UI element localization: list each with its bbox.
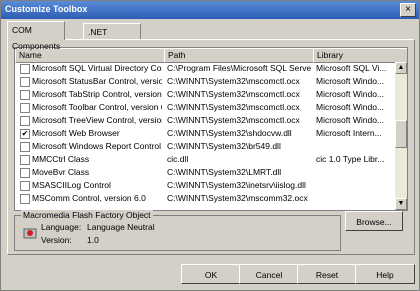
list-row[interactable]: MoveBvr Class C:\WINNT\System32\LMRT.dll [15, 167, 395, 178]
browse-button[interactable]: Browse... [345, 211, 403, 231]
column-header-library[interactable]: Library [313, 48, 407, 63]
row-name: MoveBvr Class [32, 167, 90, 177]
scroll-up-arrow-icon[interactable]: ▲ [395, 62, 407, 74]
close-button[interactable]: × [400, 3, 416, 17]
language-label: Language: [41, 222, 82, 232]
row-checkbox[interactable] [20, 194, 30, 204]
component-icon [23, 228, 37, 239]
row-name: Microsoft StatusBar Control, versio... [32, 76, 162, 86]
scroll-thumb[interactable] [395, 120, 407, 148]
row-name: Microsoft TabStrip Control, version ... [32, 89, 162, 99]
list-row[interactable]: MSComm Control, version 6.0 C:\WINNT\Syst… [15, 193, 395, 204]
row-path: C:\WINNT\System32\LMRT.dll [167, 167, 282, 177]
row-name: MSComm Control, version 6.0 [32, 193, 146, 203]
list-row[interactable]: Microsoft TreeView Control, version 6.0 C… [15, 115, 395, 126]
row-library: Microsoft Windo... [316, 76, 385, 86]
list-row[interactable]: Microsoft Windows Report Control C:\WINNT… [15, 141, 395, 152]
row-path: C:\WINNT\System32\mscomctl.ocx [167, 115, 300, 125]
row-name: Microsoft Web Browser [32, 128, 120, 138]
title-bar: Customize Toolbox × [1, 1, 419, 19]
row-checkbox[interactable] [20, 64, 30, 74]
column-header-path[interactable]: Path [164, 48, 314, 63]
version-value: 1.0 [87, 235, 99, 245]
row-library: Microsoft SQL Vi... [316, 63, 387, 73]
row-path: C:\WINNT\System32\br549.dll [167, 141, 281, 151]
row-checkbox[interactable] [20, 168, 30, 178]
list-row[interactable]: Microsoft TabStrip Control, version ... C… [15, 89, 395, 100]
row-name: Microsoft TreeView Control, version 6.0 [32, 115, 162, 125]
row-path: C:\Program Files\Microsoft SQL Serve... [167, 63, 311, 73]
row-path: C:\WINNT\System32\mscomctl.ocx [167, 76, 300, 86]
row-name: Microsoft SQL Virtual Directory Con... [32, 63, 162, 73]
row-library: Microsoft Intern... [316, 128, 382, 138]
row-checkbox[interactable] [20, 103, 30, 113]
row-checkbox[interactable] [20, 77, 30, 87]
row-checkbox[interactable] [20, 155, 30, 165]
row-library: Microsoft Windo... [316, 102, 385, 112]
row-checkbox[interactable]: ✔ [20, 129, 30, 139]
cancel-button[interactable]: Cancel [239, 264, 299, 284]
tab-net-framework-components[interactable]: .NET Framework Components [83, 23, 142, 69]
version-label: Version: [41, 235, 72, 245]
language-value: Language Neutral [87, 222, 155, 232]
window-title: Customize Toolbox [5, 4, 88, 14]
customize-toolbox-dialog: Customize Toolbox × COM Components .NET … [0, 0, 420, 291]
row-name: MSASCIILog Control [32, 180, 111, 190]
list-row[interactable]: Microsoft SQL Virtual Directory Con... C:… [15, 63, 395, 74]
list-header: Name Path Library [15, 48, 407, 63]
row-checkbox[interactable] [20, 181, 30, 191]
tab-panel: Name Path Library Microsoft SQL Virtual … [7, 39, 415, 255]
row-name: MMCCtrl Class [32, 154, 90, 164]
help-button[interactable]: Help [355, 264, 415, 284]
row-checkbox[interactable] [20, 142, 30, 152]
row-path: C:\WINNT\System32\mscomctl.ocx [167, 102, 300, 112]
row-checkbox[interactable] [20, 90, 30, 100]
row-path: C:\WINNT\System32\mscomctl.ocx [167, 89, 300, 99]
list-row[interactable]: Microsoft StatusBar Control, versio... C:… [15, 76, 395, 87]
row-path: cic.dll [167, 154, 189, 164]
row-library: Microsoft Windo... [316, 115, 385, 125]
component-details-name: Macromedia Flash Factory Object [21, 210, 153, 220]
row-checkbox[interactable] [20, 116, 30, 126]
scroll-down-arrow-icon[interactable]: ▼ [395, 198, 407, 210]
row-library: Microsoft Windo... [316, 89, 385, 99]
components-list[interactable]: Name Path Library Microsoft SQL Virtual … [14, 47, 408, 211]
row-name: Microsoft Toolbar Control, version 6.0 [32, 102, 162, 112]
row-path: C:\WINNT\System32\shdocvw.dll [167, 128, 292, 138]
tab-com-components[interactable]: COM Components [7, 21, 66, 51]
list-row[interactable]: Microsoft Toolbar Control, version 6.0 C:… [15, 102, 395, 113]
ok-button[interactable]: OK [181, 264, 241, 284]
reset-button[interactable]: Reset [297, 264, 357, 284]
row-library: cic 1.0 Type Libr... [316, 154, 385, 164]
list-row[interactable]: MMCCtrl Class cic.dll cic 1.0 Type Libr... [15, 154, 395, 165]
vertical-scrollbar[interactable]: ▲ ▼ [395, 62, 407, 210]
component-details-group: Macromedia Flash Factory Object Language… [14, 210, 341, 251]
row-path: C:\WINNT\System32\mscomm32.ocx [167, 193, 308, 203]
list-row[interactable]: MSASCIILog Control C:\WINNT\System32\inet… [15, 180, 395, 191]
row-name: Microsoft Windows Report Control [32, 141, 161, 151]
list-row[interactable]: ✔ Microsoft Web Browser C:\WINNT\System32\… [15, 128, 395, 139]
row-path: C:\WINNT\System32\inetsrv\iislog.dll [167, 180, 306, 190]
